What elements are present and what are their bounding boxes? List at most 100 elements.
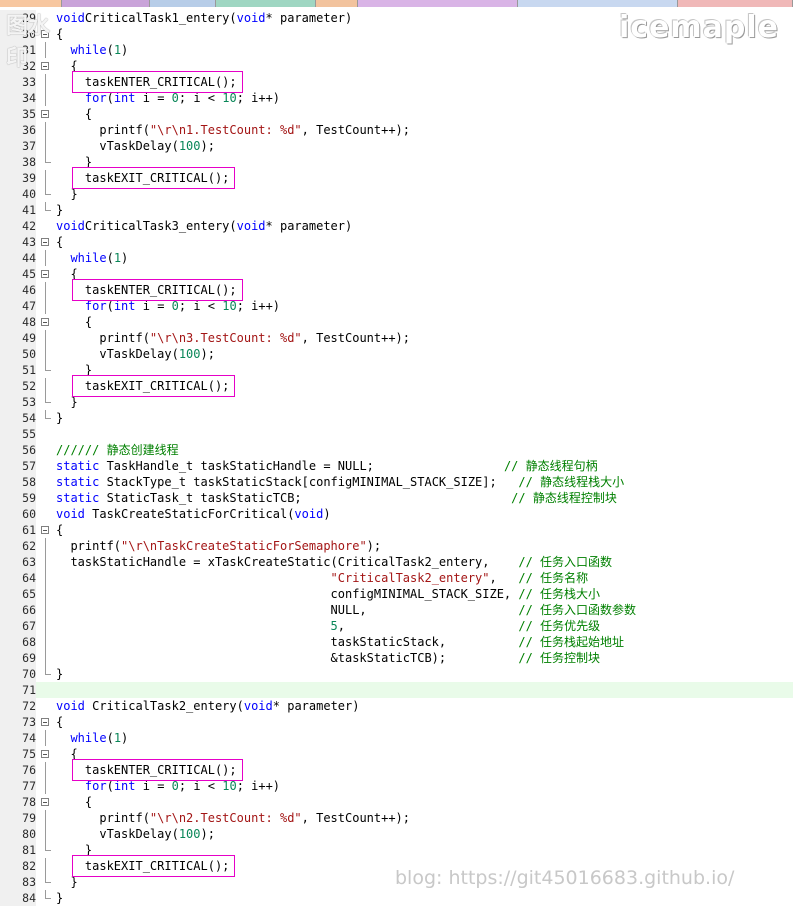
fold-guide (39, 826, 53, 842)
code-line[interactable]: 47 for(int i = 0; i < 10; i++) (0, 298, 793, 314)
code-line[interactable]: 29 voidCriticalTask1_entery(void* paramet… (0, 10, 793, 26)
fold-toggle-icon[interactable] (39, 746, 53, 762)
code-token: "\r\n1.TestCount: %d" (149, 123, 302, 137)
fold-toggle-icon[interactable] (39, 714, 53, 730)
code-line[interactable]: 38 } (0, 154, 793, 170)
code-token: "\r\nTaskCreateStaticForSemaphore" (121, 539, 367, 553)
code-token: // 静态线程控制块 (511, 491, 617, 505)
fold-toggle-icon[interactable] (39, 266, 53, 282)
code-line[interactable]: 56 ////// 静态创建线程 (0, 442, 793, 458)
code-line[interactable]: 30 { (0, 26, 793, 42)
code-line[interactable]: 84} (0, 890, 793, 906)
code-line[interactable]: 39 taskEXIT_CRITICAL(); (0, 170, 793, 186)
code-line[interactable]: 33 taskENTER_CRITICAL(); (0, 74, 793, 90)
code-line[interactable]: 73 { (0, 714, 793, 730)
editor-tab[interactable] (678, 0, 793, 7)
code-line[interactable]: 51 } (0, 362, 793, 378)
editor-tab[interactable] (518, 0, 678, 7)
code-line[interactable]: 42 voidCriticalTask3_entery(void* paramet… (0, 218, 793, 234)
code-line[interactable]: 65 configMINIMAL_STACK_SIZE, // 任务栈大小 (0, 586, 793, 602)
code-line[interactable]: 74 while(1) (0, 730, 793, 746)
code-line[interactable]: 70} (0, 666, 793, 682)
fold-toggle-icon[interactable] (39, 794, 53, 810)
code-line[interactable]: 32 { (0, 58, 793, 74)
fold-toggle-icon[interactable] (39, 106, 53, 122)
code-line[interactable]: 82 taskEXIT_CRITICAL(); (0, 858, 793, 874)
code-line[interactable]: 68 taskStaticStack, // 任务栈起始地址 (0, 634, 793, 650)
code-line[interactable]: 45 { (0, 266, 793, 282)
code-text: while(1) (56, 730, 128, 746)
editor-tab[interactable] (0, 0, 62, 7)
fold-toggle-icon[interactable] (39, 522, 53, 538)
code-line[interactable]: 40 } (0, 186, 793, 202)
line-number: 79 (0, 810, 36, 826)
code-line[interactable]: 78 { (0, 794, 793, 810)
code-line[interactable]: 79 printf("\r\n2.TestCount: %d", TestCou… (0, 810, 793, 826)
code-line[interactable]: 67 5, // 任务优先级 (0, 618, 793, 634)
editor-tab[interactable] (62, 0, 150, 7)
code-line[interactable]: 77 for(int i = 0; i < 10; i++) (0, 778, 793, 794)
code-line[interactable]: 64 "CriticalTask2_entery", // 任务名称 (0, 570, 793, 586)
code-line[interactable]: 60 void TaskCreateStaticForCritical(void) (0, 506, 793, 522)
code-token: 0 (171, 299, 179, 313)
editor-tab[interactable] (216, 0, 316, 7)
line-number: 82 (0, 858, 36, 874)
fold-gutter (39, 458, 53, 474)
fold-end-marker (39, 874, 53, 890)
editor-tab-strip[interactable] (0, 0, 793, 7)
code-text: { (56, 58, 77, 74)
code-line[interactable]: 58 static StackType_t taskStaticStack[con… (0, 474, 793, 490)
code-line[interactable]: 52 taskEXIT_CRITICAL(); (0, 378, 793, 394)
code-text: voidCriticalTask3_entery(void* parameter… (56, 218, 352, 234)
code-line[interactable]: 37 vTaskDelay(100); (0, 138, 793, 154)
code-line[interactable]: 63 taskStaticHandle = xTaskCreateStatic(… (0, 554, 793, 570)
code-token: ( (106, 731, 114, 745)
code-editor[interactable]: 29 voidCriticalTask1_entery(void* paramet… (0, 10, 793, 906)
code-line[interactable]: 36 printf("\r\n1.TestCount: %d", TestCou… (0, 122, 793, 138)
code-line[interactable]: 69 &taskStaticTCB); // 任务控制块 (0, 650, 793, 666)
code-line[interactable]: 55 (0, 426, 793, 442)
fold-toggle-icon[interactable] (39, 314, 53, 330)
code-token: // 静态线程栈大小 (518, 475, 625, 489)
code-line[interactable]: 35 { (0, 106, 793, 122)
code-line[interactable]: 57 static TaskHandle_t taskStaticHandle =… (0, 458, 793, 474)
editor-tab[interactable] (358, 0, 518, 7)
editor-tab[interactable] (316, 0, 358, 7)
code-line[interactable]: 62 printf("\r\nTaskCreateStaticForSemaph… (0, 538, 793, 554)
code-line[interactable]: 41} (0, 202, 793, 218)
code-line[interactable]: 48 { (0, 314, 793, 330)
code-line[interactable]: 54} (0, 410, 793, 426)
fold-gutter (39, 506, 53, 522)
code-line[interactable]: 83 } (0, 874, 793, 890)
code-line[interactable]: 31 while(1) (0, 42, 793, 58)
line-number: 45 (0, 266, 36, 282)
code-token: { (56, 267, 78, 281)
code-text: taskEXIT_CRITICAL(); (56, 170, 230, 186)
code-token: ////// 静态创建线程 (56, 443, 179, 457)
code-line[interactable]: 59 static StaticTask_t taskStaticTCB; // … (0, 490, 793, 506)
fold-toggle-icon[interactable] (39, 26, 53, 42)
code-line[interactable]: 46 taskENTER_CRITICAL(); (0, 282, 793, 298)
code-line[interactable]: 50 vTaskDelay(100); (0, 346, 793, 362)
code-line[interactable]: 66 NULL, // 任务入口函数参数 (0, 602, 793, 618)
code-line[interactable]: 76 taskENTER_CRITICAL(); (0, 762, 793, 778)
code-line[interactable]: 80 vTaskDelay(100); (0, 826, 793, 842)
code-line[interactable]: 49 printf("\r\n3.TestCount: %d", TestCou… (0, 330, 793, 346)
code-line[interactable]: 61 { (0, 522, 793, 538)
code-line[interactable]: 81 } (0, 842, 793, 858)
code-line[interactable]: 53 } (0, 394, 793, 410)
code-line[interactable]: 43 { (0, 234, 793, 250)
code-line[interactable]: 72 void CriticalTask2_entery(void* parame… (0, 698, 793, 714)
fold-toggle-icon[interactable] (39, 234, 53, 250)
code-line[interactable]: 44 while(1) (0, 250, 793, 266)
code-token: taskENTER_CRITICAL(); (56, 763, 237, 777)
code-line[interactable]: 71 (0, 682, 793, 698)
code-token: taskStaticStack, (56, 635, 519, 649)
editor-tab[interactable] (150, 0, 216, 7)
fold-toggle-icon[interactable] (39, 58, 53, 74)
code-line[interactable]: 75 { (0, 746, 793, 762)
code-token: ; i < (178, 299, 223, 313)
fold-gutter (39, 682, 53, 698)
code-line[interactable]: 34 for(int i = 0; i < 10; i++) (0, 90, 793, 106)
fold-guide (39, 122, 53, 138)
